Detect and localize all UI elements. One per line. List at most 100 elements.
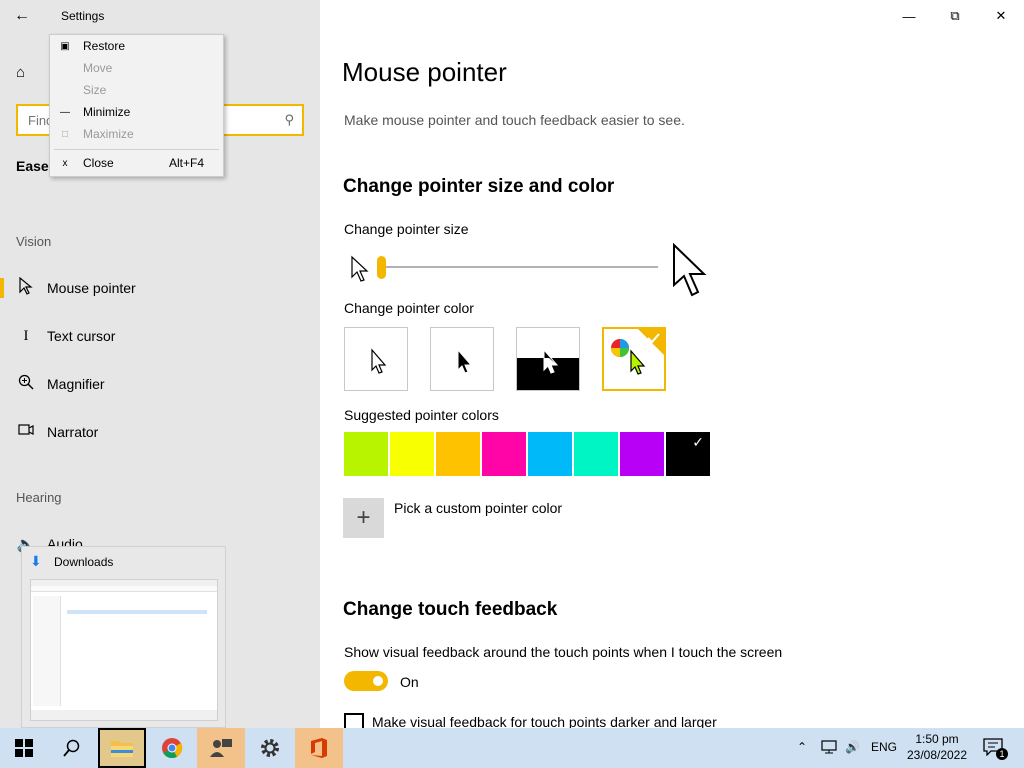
vision-group-label: Vision (16, 234, 52, 249)
restore-icon: ▣ (60, 40, 70, 52)
pointer-size-label: Change pointer size (344, 221, 469, 237)
suggested-color-swatch[interactable] (390, 432, 434, 476)
section-title: Ease (16, 158, 49, 174)
pointer-color-white-option[interactable] (344, 327, 408, 391)
sidebar-item-label: Magnifier (47, 376, 105, 392)
pointer-color-inverted-option[interactable] (516, 327, 580, 391)
menu-item-shortcut: Alt+F4 (169, 156, 205, 170)
suggested-color-swatch[interactable] (436, 432, 480, 476)
restore-button[interactable]: ⧉ (932, 0, 978, 32)
file-explorer-icon (111, 741, 133, 757)
suggested-colors-label: Suggested pointer colors (344, 407, 499, 423)
plus-icon: + (356, 504, 371, 531)
hearing-group-label: Hearing (16, 490, 62, 505)
text-cursor-icon: I (23, 327, 29, 344)
file-explorer-button[interactable] (98, 728, 146, 768)
white-pointer-icon (371, 348, 387, 374)
suggested-color-swatch[interactable] (528, 432, 572, 476)
toggle-knob (373, 676, 383, 686)
custom-color-label[interactable]: Pick a custom pointer color (394, 500, 562, 516)
menu-item-label: Size (83, 83, 107, 97)
toggle-state-label: On (400, 674, 419, 690)
add-custom-color-button[interactable]: + (343, 498, 384, 538)
pointer-size-slider-track[interactable] (380, 266, 658, 268)
sidebar-item-label: Mouse pointer (47, 280, 136, 296)
touch-feedback-toggle[interactable] (344, 671, 388, 691)
home-icon[interactable]: ⌂ (16, 64, 34, 82)
menu-item-maximize: □ Maximize (50, 123, 223, 145)
taskbar-window-preview[interactable]: ⬇ Downloads (21, 546, 226, 728)
suggested-color-swatch[interactable] (344, 432, 388, 476)
preview-title: Downloads (54, 555, 114, 569)
office-icon (311, 738, 327, 758)
inverted-pointer-icon (517, 348, 579, 390)
people-button[interactable] (197, 728, 245, 768)
back-arrow-icon[interactable]: ← (14, 8, 34, 24)
sidebar-item-text-cursor[interactable]: I Text cursor (0, 316, 320, 356)
large-pointer-icon (672, 242, 708, 302)
narrator-icon (16, 422, 36, 442)
page-title: Mouse pointer (342, 57, 507, 87)
close-icon: x (62, 157, 68, 169)
menu-item-label: Maximize (83, 127, 134, 141)
custom-color-pointer-icon (611, 329, 664, 375)
office-button[interactable] (295, 728, 343, 768)
downloads-icon: ⬇ (30, 553, 42, 569)
menu-item-minimize[interactable]: — Minimize (50, 101, 223, 123)
pointer-color-black-option[interactable] (430, 327, 494, 391)
magnifier-icon (16, 374, 36, 394)
network-icon[interactable] (820, 740, 838, 757)
settings-button[interactable] (246, 728, 294, 768)
clock-date: 23/08/2022 (906, 748, 968, 762)
people-icon (210, 739, 232, 757)
window-controls: — ⧉ ✕ (886, 0, 1024, 32)
menu-item-label: Minimize (83, 105, 131, 119)
close-button[interactable]: ✕ (978, 0, 1024, 32)
suggested-color-swatch[interactable]: ✓ (666, 432, 710, 476)
language-indicator[interactable]: ENG (871, 740, 897, 754)
preview-thumbnail (30, 579, 218, 721)
menu-item-label: Close (83, 156, 114, 170)
volume-icon[interactable]: 🔊 (845, 740, 860, 754)
settings-gear-icon (261, 739, 279, 757)
pointer-color-custom-option[interactable] (602, 327, 666, 391)
window-system-menu: ▣ Restore Move Size — Minimize □ Maximiz… (49, 34, 224, 177)
menu-item-move: Move (50, 57, 223, 79)
pointer-size-slider-thumb[interactable] (377, 256, 386, 279)
page-description: Make mouse pointer and touch feedback ea… (344, 112, 685, 128)
menu-item-restore[interactable]: ▣ Restore (50, 35, 223, 57)
suggested-color-swatch[interactable] (482, 432, 526, 476)
pointer-color-label: Change pointer color (344, 300, 474, 316)
clock-time: 1:50 pm (915, 732, 959, 746)
sidebar-item-narrator[interactable]: Narrator (0, 412, 320, 452)
menu-item-close[interactable]: x Close Alt+F4 (50, 152, 223, 174)
sidebar-item-label: Text cursor (47, 328, 116, 344)
clock[interactable]: 1:50 pm 23/08/2022 (900, 731, 974, 763)
windows-start-icon (15, 739, 33, 757)
sidebar-item-mouse-pointer[interactable]: Mouse pointer (0, 268, 320, 308)
checkmark-icon: ✓ (692, 434, 704, 450)
show-hidden-icons-chevron-icon[interactable]: ⌃ (797, 740, 807, 754)
chrome-icon (162, 738, 183, 759)
search-taskbar-button[interactable] (48, 728, 96, 768)
mouse-pointer-icon (16, 276, 36, 299)
minimize-icon: — (60, 106, 70, 118)
menu-separator (54, 149, 219, 150)
selection-accent (0, 278, 4, 298)
black-pointer-icon (457, 348, 473, 374)
notification-count-badge: 1 (996, 748, 1008, 760)
minimize-button[interactable]: — (886, 0, 932, 32)
touch-feedback-heading: Change touch feedback (343, 599, 558, 620)
taskbar: ⌃ 🔊 ENG 1:50 pm 23/08/2022 1 (0, 728, 1024, 768)
small-pointer-icon (350, 255, 370, 288)
menu-item-label: Move (83, 61, 113, 75)
suggested-color-swatch[interactable] (620, 432, 664, 476)
chrome-button[interactable] (148, 728, 196, 768)
touch-feedback-description: Show visual feedback around the touch po… (344, 644, 783, 660)
sidebar-item-magnifier[interactable]: Magnifier (0, 364, 320, 404)
start-button[interactable] (0, 728, 48, 768)
menu-item-label: Restore (83, 39, 126, 53)
maximize-icon: □ (61, 128, 69, 140)
size-color-heading: Change pointer size and color (343, 176, 615, 197)
suggested-color-swatch[interactable] (574, 432, 618, 476)
